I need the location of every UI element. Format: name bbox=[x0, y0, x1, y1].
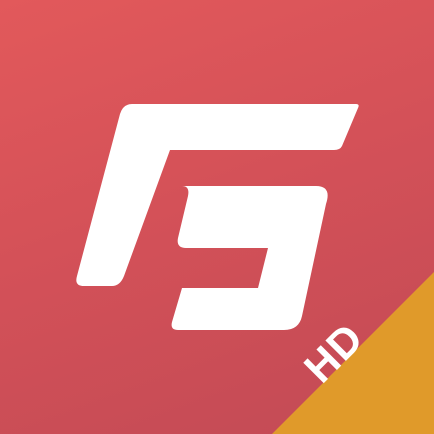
stylized-letter-g-logo-icon bbox=[76, 104, 359, 330]
app-icon[interactable]: HD bbox=[0, 0, 434, 434]
logo-right-hook bbox=[171, 186, 328, 330]
